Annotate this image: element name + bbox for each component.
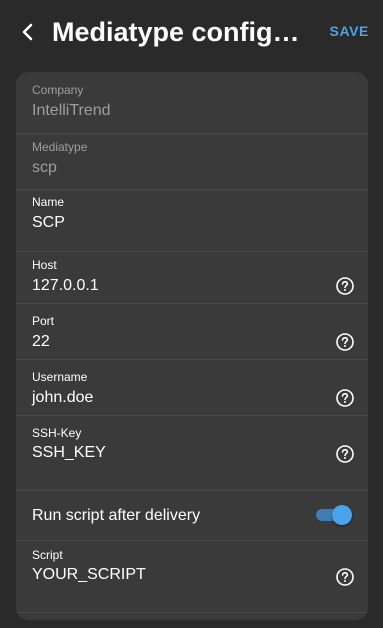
- ssh-key-help-button[interactable]: [336, 445, 354, 463]
- mediatype-label: Mediatype: [32, 140, 88, 154]
- company-label: Company: [32, 83, 84, 97]
- help-circle-icon: [336, 568, 354, 586]
- help-circle-icon: [336, 389, 354, 407]
- username-label: Username: [32, 370, 88, 384]
- toggle-thumb: [332, 505, 352, 525]
- host-value[interactable]: 127.0.0.1: [32, 276, 99, 296]
- username-value[interactable]: john.doe: [32, 388, 93, 408]
- help-circle-icon: [336, 277, 354, 295]
- host-help-button[interactable]: [336, 277, 354, 295]
- app-header: Mediatype configur… SAVE: [0, 0, 383, 64]
- company-value: IntelliTrend: [32, 102, 111, 119]
- port-field[interactable]: Port 22: [16, 304, 368, 360]
- username-help-button[interactable]: [336, 389, 354, 407]
- host-field[interactable]: Host 127.0.0.1: [16, 252, 368, 304]
- port-label: Port: [32, 314, 55, 328]
- script-value[interactable]: YOUR_SCRIPT: [32, 565, 146, 585]
- page-title: Mediatype configur…: [52, 17, 316, 47]
- script-help-button[interactable]: [336, 568, 354, 586]
- run-script-row[interactable]: Run script after delivery: [16, 491, 368, 541]
- back-button[interactable]: [14, 18, 42, 46]
- app-screen: Mediatype configur… SAVE Company Intelli…: [0, 0, 383, 628]
- script-label: Script: [32, 548, 63, 562]
- run-script-label: Run script after delivery: [32, 507, 201, 524]
- ssh-key-value[interactable]: SSH_KEY: [32, 443, 106, 463]
- ssh-key-label: SSH-Key: [32, 426, 82, 440]
- name-value[interactable]: SCP: [32, 213, 65, 233]
- config-card: Company IntelliTrend Mediatype scp Name …: [16, 72, 368, 620]
- chevron-left-icon: [22, 23, 33, 41]
- port-value[interactable]: 22: [32, 332, 50, 352]
- port-help-button[interactable]: [336, 333, 354, 351]
- name-label: Name: [32, 195, 65, 209]
- mediatype-field: Mediatype scp: [16, 134, 368, 190]
- mediatype-value: scp: [32, 159, 57, 176]
- company-field: Company IntelliTrend: [16, 72, 368, 134]
- help-circle-icon: [336, 333, 354, 351]
- script-field[interactable]: Script YOUR_SCRIPT: [16, 541, 368, 613]
- username-field[interactable]: Username john.doe: [16, 360, 368, 416]
- help-circle-icon: [336, 445, 354, 463]
- run-script-toggle[interactable]: [316, 503, 352, 525]
- ssh-key-field[interactable]: SSH-Key SSH_KEY: [16, 416, 368, 491]
- host-label: Host: [32, 258, 57, 272]
- name-field[interactable]: Name SCP: [16, 190, 368, 252]
- save-button[interactable]: SAVE: [330, 22, 370, 40]
